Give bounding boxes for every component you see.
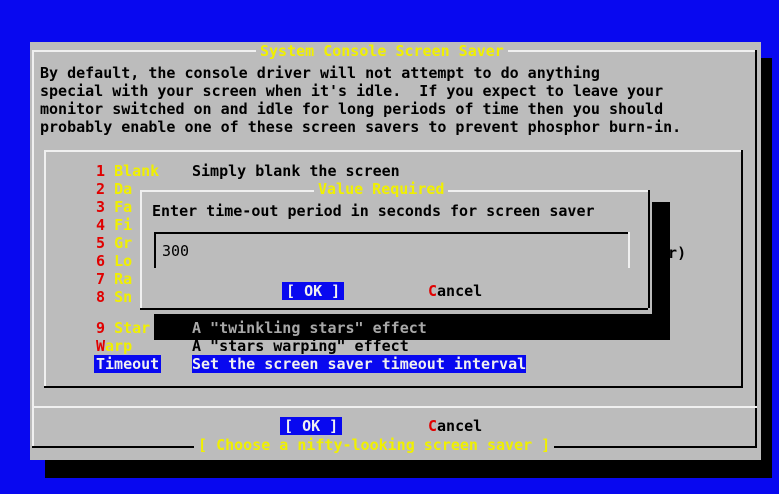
menu-item-snake[interactable]: 8 Sn (96, 288, 132, 306)
description-line-4: probably enable one of these screen save… (40, 118, 682, 136)
menu-frame-top (44, 150, 743, 152)
menu-item-tag: Sn (114, 288, 133, 306)
value-frame-right (648, 190, 650, 308)
value-prompt: Enter time-out period in seconds for scr… (152, 202, 595, 220)
menu-item-tag: Ra (114, 270, 133, 288)
value-frame-bottom (140, 308, 648, 310)
timeout-input-value: 300 (162, 242, 190, 260)
menu-item-fade[interactable]: 3 Fa (96, 198, 132, 216)
menu-item-key: 5 (96, 234, 106, 252)
cancel-hotkey: C (428, 417, 438, 435)
menu-item-desc: A "stars warping" effect (192, 337, 409, 355)
footer-hint: [ Choose a nifty-looking screen saver ] (194, 436, 555, 454)
value-dialog-title: Value Required (314, 180, 449, 198)
menu-item-dragon[interactable]: 2 Da (96, 180, 132, 198)
menu-item-tag: Da (114, 180, 133, 198)
menu-item-tag: Star (114, 319, 151, 337)
menu-item-rain[interactable]: 7 Ra (96, 270, 132, 288)
value-ok-button[interactable]: [ OK ] (282, 282, 345, 300)
menu-item-warp[interactable]: Warp (96, 337, 132, 355)
menu-item-key: 4 (96, 216, 106, 234)
cancel-label: ancel (437, 417, 483, 435)
main-frame-right (755, 50, 757, 446)
menu-item-key: 9 (96, 319, 106, 337)
menu-item-tag: Fi (114, 216, 133, 234)
ok-label: OK (302, 417, 321, 435)
menu-item-key: 6 (96, 252, 106, 270)
menu-item-desc: A "twinkling stars" effect (154, 319, 622, 337)
input-frame-right (628, 232, 630, 268)
menu-item-fire[interactable]: 4 Fi (96, 216, 132, 234)
description-line-3: monitor switched on and idle for long pe… (40, 100, 664, 118)
menu-item-tag: Blank (114, 162, 160, 180)
button-separator (32, 406, 757, 408)
ok-label: OK (304, 282, 323, 300)
cancel-label: ancel (437, 282, 483, 300)
main-frame-left (32, 50, 34, 446)
menu-frame-bottom (44, 386, 743, 388)
menu-item-star[interactable]: 9 Star (96, 319, 150, 337)
cancel-hotkey: C (428, 282, 438, 300)
menu-item-tag: Lo (114, 252, 133, 270)
menu-item-key: 8 (96, 288, 106, 306)
menu-item-timeout[interactable]: Timeout (94, 355, 162, 373)
menu-item-green[interactable]: 5 Gr (96, 234, 132, 252)
main-dialog-title: System Console Screen Saver (256, 42, 508, 60)
menu-item-key: 2 (96, 180, 106, 198)
input-frame-top (154, 232, 630, 234)
menu-item-desc: Set the screen saver timeout interval (192, 355, 527, 373)
value-frame-left (140, 190, 142, 308)
cancel-button[interactable]: Cancel (428, 417, 482, 435)
description-line-1: By default, the console driver will not … (40, 64, 600, 82)
menu-item-logo[interactable]: 6 Lo (96, 252, 132, 270)
menu-item-key: W (96, 337, 106, 355)
menu-item-tag: arp (105, 337, 133, 355)
input-frame-left (154, 232, 156, 268)
menu-item-key: 7 (96, 270, 106, 288)
value-dialog: Value Required Enter time-out period in … (138, 180, 652, 314)
menu-item-key: 3 (96, 198, 106, 216)
menu-item-blank[interactable]: 1 Blank (96, 162, 159, 180)
timeout-input[interactable]: 300 (154, 232, 630, 268)
menu-frame-right (741, 150, 743, 388)
value-cancel-button[interactable]: Cancel (428, 282, 482, 300)
footer-text: Choose a nifty-looking screen saver (216, 436, 533, 454)
ok-button[interactable]: [ OK ] (280, 417, 343, 435)
menu-item-tag: Gr (114, 234, 133, 252)
menu-item-tag: Fa (114, 198, 133, 216)
menu-item-desc: Simply blank the screen (192, 162, 400, 180)
menu-item-key: 1 (96, 162, 106, 180)
description-line-2: special with your screen when it's idle.… (40, 82, 664, 100)
menu-frame-left (44, 150, 46, 388)
